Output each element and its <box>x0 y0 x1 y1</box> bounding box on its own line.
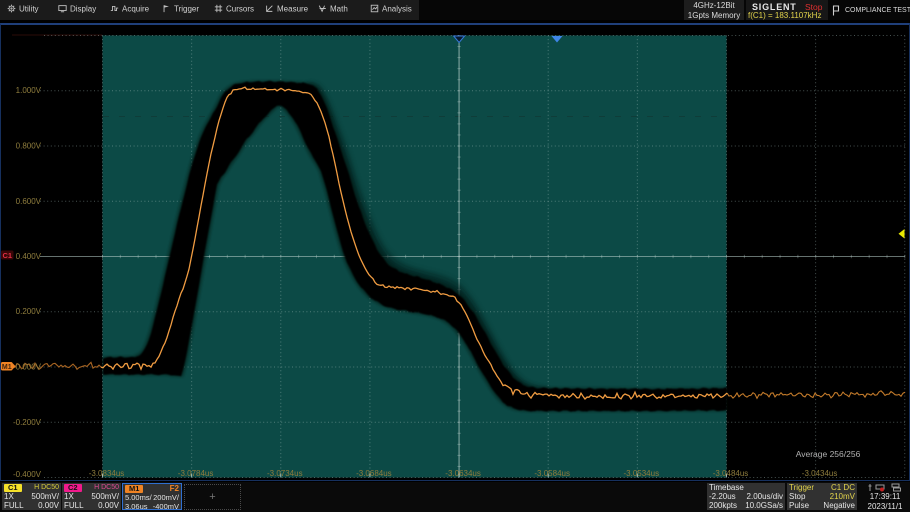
svg-text:-3.0534us: -3.0534us <box>624 469 660 478</box>
svg-text:Average 256/256: Average 256/256 <box>796 449 861 459</box>
svg-text:0.800V: 0.800V <box>16 142 42 151</box>
svg-text:0.200V: 0.200V <box>16 307 42 316</box>
svg-text:-3.0434us: -3.0434us <box>802 469 838 478</box>
svg-text:-0.200V: -0.200V <box>13 418 42 427</box>
svg-text:-0.400V: -0.400V <box>13 470 42 479</box>
svg-text:0.400V: 0.400V <box>16 252 42 261</box>
svg-text:-3.0684us: -3.0684us <box>356 469 392 478</box>
svg-text:-3.0584us: -3.0584us <box>534 469 570 478</box>
svg-text:1.000V: 1.000V <box>16 86 42 95</box>
svg-text:-3.0834us: -3.0834us <box>89 469 125 478</box>
svg-text:-3.0634us: -3.0634us <box>445 469 481 478</box>
svg-text:M1: M1 <box>2 364 12 371</box>
svg-text:0.000V: 0.000V <box>16 363 42 372</box>
svg-text:0.600V: 0.600V <box>16 197 42 206</box>
svg-text:-3.0734us: -3.0734us <box>267 469 303 478</box>
svg-text:-3.0784us: -3.0784us <box>178 469 214 478</box>
svg-text:C1: C1 <box>3 251 13 260</box>
svg-text:-3.0484us: -3.0484us <box>713 469 749 478</box>
